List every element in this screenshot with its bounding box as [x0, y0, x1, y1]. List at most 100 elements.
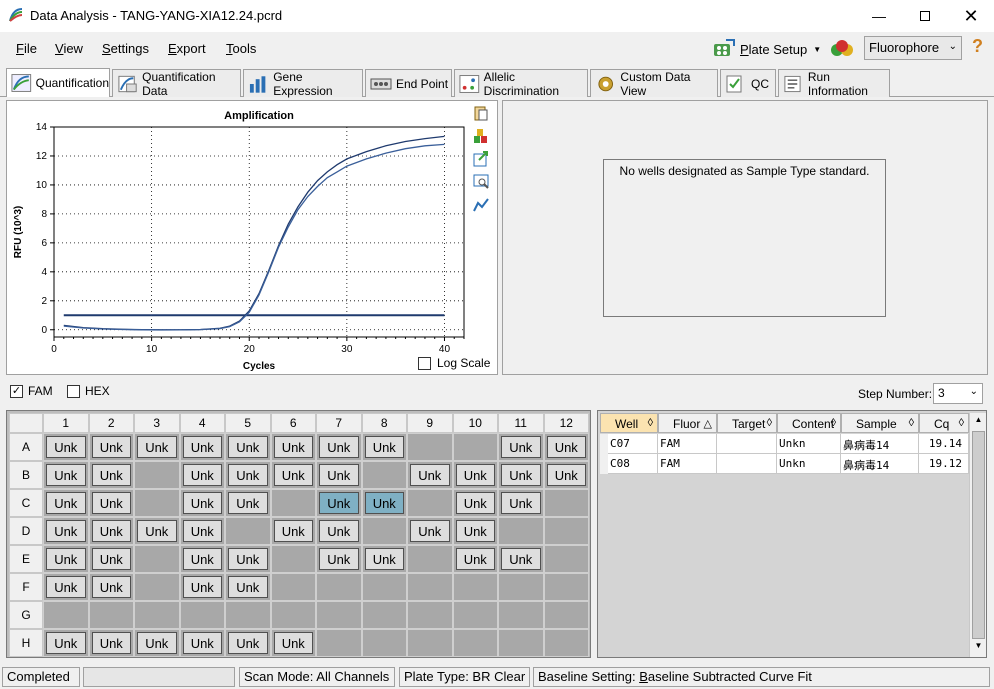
plate-well[interactable] — [361, 461, 407, 489]
plate-well[interactable]: Unk — [316, 545, 362, 573]
table-cell[interactable]: Unkn — [777, 454, 841, 474]
plate-column-header[interactable]: 12 — [543, 413, 589, 433]
plate-well[interactable]: Unk — [316, 433, 362, 461]
plate-well[interactable] — [543, 629, 589, 657]
plate-well[interactable]: Unk — [179, 461, 225, 489]
plate-well[interactable]: Unk — [134, 517, 180, 545]
tab-quantification[interactable]: Quantification — [6, 68, 110, 97]
traffic-light-button[interactable] — [828, 37, 856, 61]
scroll-thumb[interactable] — [972, 431, 985, 639]
plate-well[interactable] — [543, 601, 589, 629]
plate-well[interactable]: Unk — [498, 489, 544, 517]
plate-well[interactable] — [316, 601, 362, 629]
plate-well[interactable]: Unk — [225, 573, 271, 601]
column-header[interactable]: Fluor △ — [658, 413, 717, 433]
plate-well[interactable] — [452, 601, 498, 629]
plate-well[interactable]: Unk — [43, 461, 89, 489]
plate-row-header[interactable]: H — [9, 629, 43, 657]
plate-well[interactable] — [43, 601, 89, 629]
plate-well[interactable] — [543, 545, 589, 573]
plate-column-header[interactable]: 11 — [498, 413, 544, 433]
plate-well[interactable] — [316, 629, 362, 657]
plate-well[interactable]: Unk — [452, 545, 498, 573]
plate-well[interactable] — [543, 517, 589, 545]
plate-well[interactable]: Unk — [498, 545, 544, 573]
plate-column-header[interactable]: 4 — [179, 413, 225, 433]
plate-well[interactable]: Unk — [361, 489, 407, 517]
plate-well[interactable]: Unk — [498, 433, 544, 461]
table-cell[interactable]: C07 — [608, 434, 658, 454]
plate-well[interactable]: Unk — [270, 629, 316, 657]
plate-well[interactable] — [134, 601, 180, 629]
plate-well[interactable] — [452, 573, 498, 601]
plate-well[interactable] — [270, 545, 316, 573]
menu-export[interactable]: Export — [168, 41, 206, 56]
plate-row-header[interactable]: D — [9, 517, 43, 545]
plate-well[interactable]: Unk — [179, 629, 225, 657]
plate-well[interactable]: Unk — [407, 517, 453, 545]
column-header[interactable]: Target ◊ — [717, 413, 777, 433]
plate-well[interactable] — [498, 517, 544, 545]
plate-row-header[interactable]: F — [9, 573, 43, 601]
table-cell[interactable] — [717, 454, 777, 474]
plate-well[interactable] — [134, 573, 180, 601]
plate-well[interactable]: Unk — [179, 573, 225, 601]
menu-file[interactable]: File — [16, 41, 37, 56]
plate-well[interactable] — [361, 517, 407, 545]
fluorophore-select[interactable]: Fluorophore ⌄ — [864, 36, 962, 60]
plate-well[interactable] — [407, 573, 453, 601]
plate-well[interactable] — [316, 573, 362, 601]
plate-well[interactable]: Unk — [270, 433, 316, 461]
help-button[interactable]: ? — [972, 36, 983, 57]
plate-well[interactable] — [498, 629, 544, 657]
plate-well[interactable]: Unk — [407, 461, 453, 489]
plate-row-header[interactable]: C — [9, 489, 43, 517]
plate-well[interactable]: Unk — [43, 433, 89, 461]
plate-well[interactable]: Unk — [134, 629, 180, 657]
plate-well[interactable]: Unk — [88, 489, 134, 517]
table-cell[interactable]: 19.12 — [919, 454, 969, 474]
plate-well[interactable]: Unk — [316, 517, 362, 545]
column-header[interactable]: Well ◊ — [600, 413, 658, 433]
plate-well[interactable] — [361, 573, 407, 601]
plate-column-header[interactable]: 1 — [43, 413, 89, 433]
plate-well[interactable]: Unk — [498, 461, 544, 489]
maximize-button[interactable] — [902, 0, 948, 32]
plate-well[interactable]: Unk — [88, 573, 134, 601]
plate-well[interactable]: Unk — [43, 489, 89, 517]
plate-well[interactable] — [407, 545, 453, 573]
plate-well[interactable]: Unk — [134, 433, 180, 461]
plate-well[interactable] — [407, 433, 453, 461]
plate-well[interactable] — [225, 517, 271, 545]
plate-well[interactable]: Unk — [316, 461, 362, 489]
plate-well[interactable]: Unk — [88, 545, 134, 573]
plate-well[interactable]: Unk — [225, 461, 271, 489]
table-cell[interactable]: C08 — [608, 454, 658, 474]
curve-style-button[interactable] — [473, 197, 489, 213]
table-cell[interactable]: Unkn — [777, 434, 841, 454]
fam-checkbox[interactable]: ✓ FAM — [10, 384, 53, 398]
plate-well[interactable]: Unk — [452, 489, 498, 517]
plate-well[interactable] — [452, 629, 498, 657]
plate-well[interactable]: Unk — [270, 461, 316, 489]
plate-well[interactable]: Unk — [270, 517, 316, 545]
plate-column-header[interactable]: 7 — [316, 413, 362, 433]
plate-column-header[interactable]: 2 — [88, 413, 134, 433]
plate-well[interactable] — [407, 489, 453, 517]
plate-well[interactable]: Unk — [225, 489, 271, 517]
plate-column-header[interactable]: 9 — [407, 413, 453, 433]
plate-well[interactable]: Unk — [88, 629, 134, 657]
log-scale-checkbox[interactable]: Log Scale — [418, 356, 490, 370]
scroll-up-icon[interactable]: ▲ — [972, 415, 985, 429]
plate-row-header[interactable]: E — [9, 545, 43, 573]
plate-well[interactable]: Unk — [88, 517, 134, 545]
tab-quantification-data[interactable]: Quantification Data — [112, 69, 241, 98]
plate-well[interactable] — [361, 629, 407, 657]
minimize-button[interactable]: — — [856, 0, 902, 32]
plate-well[interactable]: Unk — [452, 461, 498, 489]
plate-well[interactable]: Unk — [452, 517, 498, 545]
menu-tools[interactable]: Tools — [226, 41, 256, 56]
table-cell[interactable] — [717, 434, 777, 454]
plate-well[interactable] — [452, 433, 498, 461]
plate-column-header[interactable]: 10 — [452, 413, 498, 433]
